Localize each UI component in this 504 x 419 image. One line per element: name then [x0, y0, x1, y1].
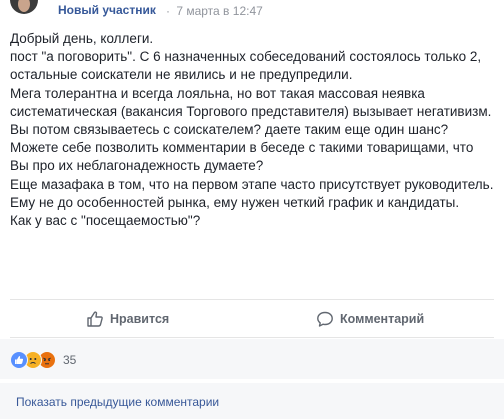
author-avatar[interactable] — [10, 0, 38, 14]
reactions-bar[interactable]: 35 — [0, 339, 504, 379]
show-previous-comments-link[interactable]: Показать предыдущие комментарии — [16, 395, 219, 409]
actions-divider-top — [10, 299, 494, 300]
comment-icon — [317, 311, 333, 327]
meta-separator: · — [166, 4, 170, 18]
post-paragraph: Мега толерантна и всегда лояльна, но вот… — [10, 85, 492, 119]
thumbs-up-icon — [87, 311, 103, 327]
actions-divider-bottom — [10, 337, 494, 338]
post-paragraph: Можете себе позволить комментарии в бесе… — [10, 140, 474, 174]
post-paragraph: Как у вас с "посещаемостью"? — [10, 213, 201, 229]
post-text: Добрый день, коллеги. пост "а поговорить… — [10, 30, 494, 230]
post-paragraph: Еще мазафака в том, что на первом этапе … — [10, 176, 494, 210]
comments-section: Показать предыдущие комментарии — [0, 383, 504, 419]
post-paragraph: пост "а поговорить". С 6 назначенных соб… — [10, 49, 482, 83]
like-label: Нравится — [110, 312, 170, 326]
like-button[interactable]: Нравится — [86, 303, 169, 335]
post-paragraph: Вы потом связываетесь с соискателем? дае… — [10, 122, 449, 138]
post-header: Новый участник · 7 марта в 12:47 — [0, 0, 504, 26]
comment-button[interactable]: Комментарий — [316, 303, 424, 335]
post-timestamp[interactable]: 7 марта в 12:47 — [176, 4, 262, 18]
post-meta: · 7 марта в 12:47 — [163, 4, 263, 18]
post-actions: Нравится Комментарий — [10, 303, 494, 335]
comment-label: Комментарий — [340, 312, 425, 326]
reaction-count[interactable]: 35 — [63, 353, 76, 367]
author-name[interactable]: Новый участник — [58, 3, 156, 17]
like-icon — [10, 351, 28, 369]
post-paragraph: Добрый день, коллеги. — [10, 31, 154, 46]
